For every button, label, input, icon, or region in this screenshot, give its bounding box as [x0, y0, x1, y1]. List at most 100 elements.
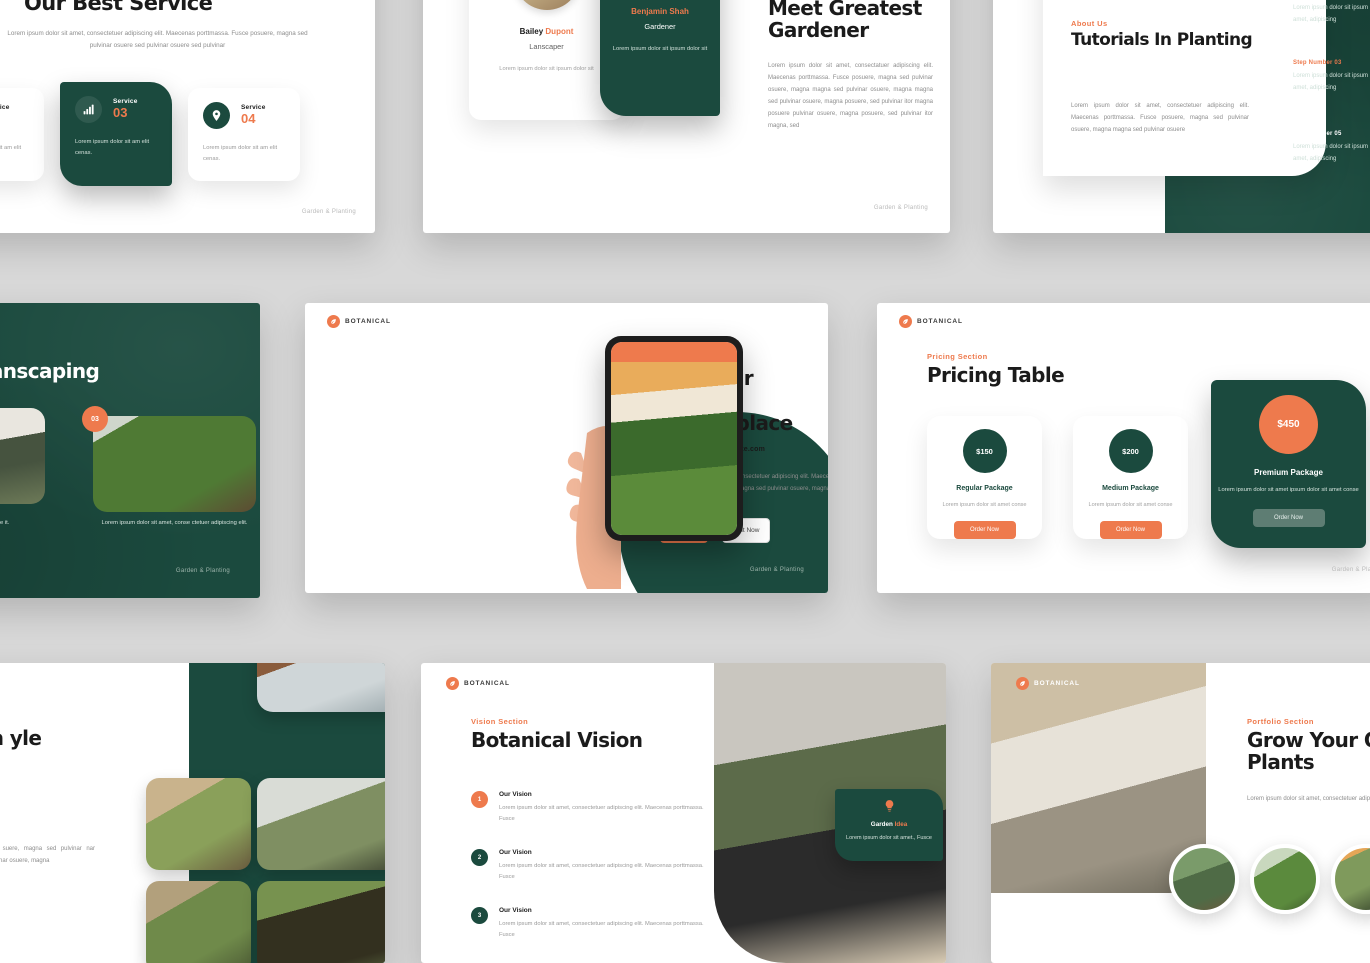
- service-card-label: Service: [113, 97, 138, 105]
- vision-number-badge: 3: [471, 907, 488, 924]
- slide-footer-note: Garden & Planting: [749, 567, 804, 573]
- vision-number-badge: 2: [471, 849, 488, 866]
- service-card-02[interactable]: Service 02 Lorem ipsum dolor sit am elit…: [0, 88, 44, 181]
- price-badge: $450: [1259, 395, 1318, 454]
- brand-name: BOTANICAL: [1034, 680, 1080, 687]
- package-desc: Lorem ipsum dolor sit amet conse: [942, 502, 1027, 508]
- page-title: Tutorials In Planting: [1071, 30, 1253, 50]
- subtitle-text: Lorem ipsum dolor sit amet, consectetuer…: [7, 30, 308, 49]
- order-now-button[interactable]: Order Now: [953, 521, 1016, 540]
- section-eyebrow: About Us: [1071, 19, 1108, 28]
- body-paragraph: Lorem ipsum dolor sit amet, consectatuer…: [768, 63, 933, 129]
- vision-body: Lorem ipsum dolor sit amet, consectetuer…: [499, 921, 704, 939]
- person-card-benjamin[interactable]: Benjamin Shah Gardener Lorem ipsum dolor…: [600, 0, 720, 116]
- gallery-photo-top[interactable]: [257, 663, 385, 712]
- gallery-photo-bottom-left[interactable]: [146, 881, 251, 963]
- garden-idea-callout[interactable]: Garden Idea Lorem ipsum dolor sit amet.,…: [835, 789, 943, 861]
- step-item-03: Step Number 03 Lorem ipsum dolor sit ips…: [1293, 60, 1370, 94]
- pricing-card-medium[interactable]: $200 Medium Package Lorem ipsum dolor si…: [1073, 416, 1188, 540]
- pricing-card-regular[interactable]: $150 Regular Package Lorem ipsum dolor s…: [927, 416, 1042, 540]
- page-title: Meet Greatest Gardener: [768, 0, 922, 43]
- person-desc: Lorem ipsum dolor sit ipsum dolor sit: [612, 46, 708, 52]
- leaf-icon: [327, 315, 340, 328]
- slide-footer-note: Garden & Planting: [301, 209, 356, 215]
- slide-tutorials[interactable]: About Us Tutorials In Planting Lorem ips…: [993, 0, 1370, 233]
- slide-planting-in-style[interactable]: tting In yle 00+ ct Done nsectetuer adip…: [0, 663, 385, 963]
- brand-logo[interactable]: BOTANICAL: [327, 315, 391, 328]
- slide-portfolio[interactable]: BOTANICAL Portfolio Section Grow Your Ow…: [991, 663, 1370, 963]
- step-body: Lorem ipsum dolor sit ipsum dolor sit am…: [1293, 73, 1370, 91]
- service-card-desc: Lorem ipsum dolor sit am elit cenas.: [0, 145, 22, 151]
- vision-number-badge: 1: [471, 791, 488, 808]
- brand-logo[interactable]: BOTANICAL: [446, 677, 510, 690]
- vision-item-1: 1 Our Vision Lorem ipsum dolor sit amet,…: [471, 791, 716, 826]
- vision-body: Lorem ipsum dolor sit amet, consectetuer…: [499, 863, 704, 881]
- section-eyebrow: Vision Section: [471, 717, 529, 726]
- page-title: tting In yle: [0, 726, 42, 750]
- page-title: Our Best Service: [24, 0, 213, 15]
- service-card-number: 04: [241, 110, 256, 126]
- brand-name: BOTANICAL: [464, 680, 510, 687]
- service-card-desc: Lorem ipsum dolor sit am elit cenas.: [203, 145, 278, 163]
- package-name: Medium Package: [1102, 485, 1159, 492]
- service-card-number: 02: [0, 111, 10, 127]
- brand-logo[interactable]: BOTANICAL: [899, 315, 963, 328]
- section-eyebrow: Pricing Section: [927, 352, 988, 361]
- step-item-01: Lorem ipsum dolor sit ipsum dolor sit am…: [1293, 0, 1370, 26]
- service-card-label: Service: [241, 103, 266, 111]
- gallery-photo-right-top[interactable]: [257, 778, 385, 870]
- person-role: Gardener: [644, 22, 676, 31]
- tablet-screen: [611, 342, 737, 535]
- package-desc: Lorem ipsum dolor sit amet conse: [1088, 502, 1173, 508]
- portfolio-thumb-1[interactable]: [1169, 844, 1239, 914]
- step-body: Lorem ipsum dolor sit ipsum dolor sit am…: [1293, 144, 1370, 162]
- page-title: Pricing Table: [927, 363, 1065, 387]
- service-card-03[interactable]: Service 03 Lorem ipsum dolor sit am elit…: [60, 82, 172, 186]
- price-badge: $200: [1108, 429, 1153, 473]
- body-paragraph: Lorem ipsum dolor sit amet, consectetuer…: [1071, 103, 1249, 133]
- vision-item-3: 3 Our Vision Lorem ipsum dolor sit amet,…: [471, 907, 716, 942]
- price-badge: $150: [962, 429, 1007, 473]
- brand-logo[interactable]: BOTANICAL: [1016, 677, 1080, 690]
- location-pin-icon: [203, 102, 230, 129]
- leaf-icon: [1016, 677, 1029, 690]
- gallery-photo-1[interactable]: [0, 408, 45, 504]
- gallery-photo-bottom-right[interactable]: [257, 881, 385, 963]
- slide-our-best-service[interactable]: Our Best Service Lorem ipsum dolor sit a…: [0, 0, 375, 233]
- body-paragraph: nsectetuer adipiscing elit. suere, magna…: [0, 846, 95, 864]
- bar-chart-icon: [75, 96, 102, 123]
- order-now-button[interactable]: Order Now: [1099, 521, 1162, 540]
- portfolio-thumb-3[interactable]: [1331, 844, 1370, 914]
- slide-botanical-vision[interactable]: BOTANICAL Vision Section Botanical Visio…: [421, 663, 946, 963]
- order-now-button[interactable]: Order Now: [1252, 508, 1325, 527]
- slide-marketplace[interactable]: BOTANICAL Mockup Section Visit Our Onlin…: [305, 303, 828, 593]
- gallery-photo-left[interactable]: [146, 778, 251, 870]
- service-card-04[interactable]: Service 04 Lorem ipsum dolor sit am elit…: [188, 88, 300, 181]
- portfolio-thumb-2[interactable]: [1250, 844, 1320, 914]
- person-name: Benjamin Shah: [631, 7, 689, 16]
- page-title: Botanical Vision: [471, 728, 643, 752]
- slide-landscaping[interactable]: Section nd Lanscaping 03 r sit amet, con…: [0, 303, 260, 598]
- leaf-icon: [899, 315, 912, 328]
- photo-badge: 03: [82, 406, 108, 432]
- app-screenshot: [611, 362, 737, 535]
- step-item-05: Step Number 05 Lorem ipsum dolor sit ips…: [1293, 131, 1370, 165]
- brand-name: BOTANICAL: [917, 318, 963, 325]
- vision-title: Our Vision: [499, 849, 532, 856]
- step-title: Step Number 05: [1293, 131, 1342, 137]
- slide-meet-gardener[interactable]: Bailey Dupont Lanscaper Lorem ipsum dolo…: [423, 0, 950, 233]
- slide-footer-note: Garden & Plant: [1331, 567, 1370, 573]
- vision-item-2: 2 Our Vision Lorem ipsum dolor sit amet,…: [471, 849, 716, 884]
- tablet-mockup[interactable]: [605, 336, 743, 541]
- slide-pricing-table[interactable]: BOTANICAL Pricing Section Pricing Table …: [877, 303, 1370, 593]
- package-name: Regular Package: [956, 485, 1013, 492]
- leaf-icon: [446, 677, 459, 690]
- page-title: nd Lanscaping: [0, 359, 100, 383]
- lightbulb-icon: [885, 800, 893, 812]
- photo-caption-1: r sit amet, conse it.: [0, 520, 10, 526]
- gallery-photo-2[interactable]: [93, 416, 256, 512]
- pricing-card-premium[interactable]: $450 Premium Package Lorem ipsum dolor s…: [1211, 380, 1366, 548]
- slide-footer-note: Garden & Planting: [175, 568, 230, 574]
- greenhouse-photo: [991, 663, 1206, 893]
- idea-title: Garden Idea: [870, 821, 908, 828]
